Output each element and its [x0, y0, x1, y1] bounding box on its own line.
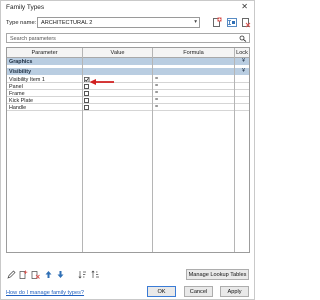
table-row[interactable]: Panel =: [7, 83, 249, 90]
parameters-table: Parameter Value Formula Lock Graphics ¥ …: [6, 47, 250, 253]
column-header-formula[interactable]: Formula: [153, 50, 234, 56]
table-row[interactable]: Handle =: [7, 104, 249, 111]
cancel-button[interactable]: Cancel: [184, 286, 213, 297]
parameter-name: Visibility Item 1: [9, 76, 45, 83]
sort-ascending-icon[interactable]: [78, 270, 87, 279]
column-header-value[interactable]: Value: [83, 50, 152, 56]
delete-type-icon[interactable]: [241, 17, 251, 28]
new-type-icon[interactable]: [212, 17, 222, 28]
sort-descending-icon[interactable]: [91, 270, 100, 279]
formula-cell[interactable]: =: [155, 97, 158, 103]
ok-button[interactable]: OK: [147, 286, 176, 297]
manage-lookup-tables-button[interactable]: Manage Lookup Tables: [186, 269, 249, 280]
parameter-name: Frame: [9, 90, 25, 97]
parameter-name: Handle: [9, 104, 27, 111]
search-placeholder: Search parameters: [10, 35, 56, 42]
close-icon[interactable]: ✕: [241, 2, 248, 12]
table-row[interactable]: Kick Plate =: [7, 97, 249, 104]
column-divider: [82, 48, 83, 252]
parameter-name: Panel: [9, 83, 23, 90]
search-parameters-input[interactable]: Search parameters: [6, 33, 250, 43]
formula-cell[interactable]: =: [155, 104, 158, 110]
move-down-icon[interactable]: [56, 270, 65, 279]
group-visibility[interactable]: Visibility ¥: [7, 68, 249, 76]
window-title: Family Types: [6, 4, 45, 11]
formula-cell[interactable]: =: [155, 76, 158, 82]
move-up-icon[interactable]: [44, 270, 53, 279]
rename-type-icon[interactable]: [227, 17, 237, 28]
formula-cell[interactable]: =: [155, 83, 158, 89]
group-label: Visibility: [9, 68, 32, 75]
type-name-dropdown[interactable]: ARCHITECTURAL 2 ▾: [37, 17, 200, 28]
formula-cell[interactable]: =: [155, 90, 158, 96]
help-link[interactable]: How do I manage family types?: [6, 290, 84, 296]
annotation-arrow: [89, 79, 114, 85]
type-name-value: ARCHITECTURAL 2: [41, 20, 93, 26]
value-checkbox[interactable]: [84, 90, 89, 96]
table-header: Parameter Value Formula Lock: [7, 48, 249, 58]
collapse-icon[interactable]: ¥: [242, 58, 245, 64]
column-header-parameter[interactable]: Parameter: [7, 50, 82, 56]
group-label: Graphics: [9, 58, 33, 65]
new-parameter-icon[interactable]: [19, 270, 28, 279]
type-name-label: Type name:: [6, 20, 37, 26]
value-checkbox[interactable]: [84, 104, 89, 110]
apply-button[interactable]: Apply: [220, 286, 249, 297]
table-row[interactable]: Visibility Item 1 =: [7, 76, 249, 83]
value-checkbox[interactable]: [84, 97, 89, 103]
collapse-icon[interactable]: ¥: [242, 68, 245, 74]
table-row[interactable]: Frame =: [7, 90, 249, 97]
column-divider: [152, 48, 153, 252]
chevron-down-icon: ▾: [194, 19, 197, 25]
edit-parameter-icon[interactable]: [7, 270, 16, 279]
group-graphics[interactable]: Graphics ¥: [7, 58, 249, 66]
column-divider: [234, 48, 235, 252]
search-icon: [239, 35, 247, 42]
title-bar: Family Types ✕: [1, 1, 254, 14]
parameter-name: Kick Plate: [9, 97, 33, 104]
delete-parameter-icon[interactable]: [31, 270, 40, 279]
column-header-lock[interactable]: Lock: [235, 50, 249, 56]
family-types-dialog: Family Types ✕ Type name: ARCHITECTURAL …: [0, 0, 255, 300]
